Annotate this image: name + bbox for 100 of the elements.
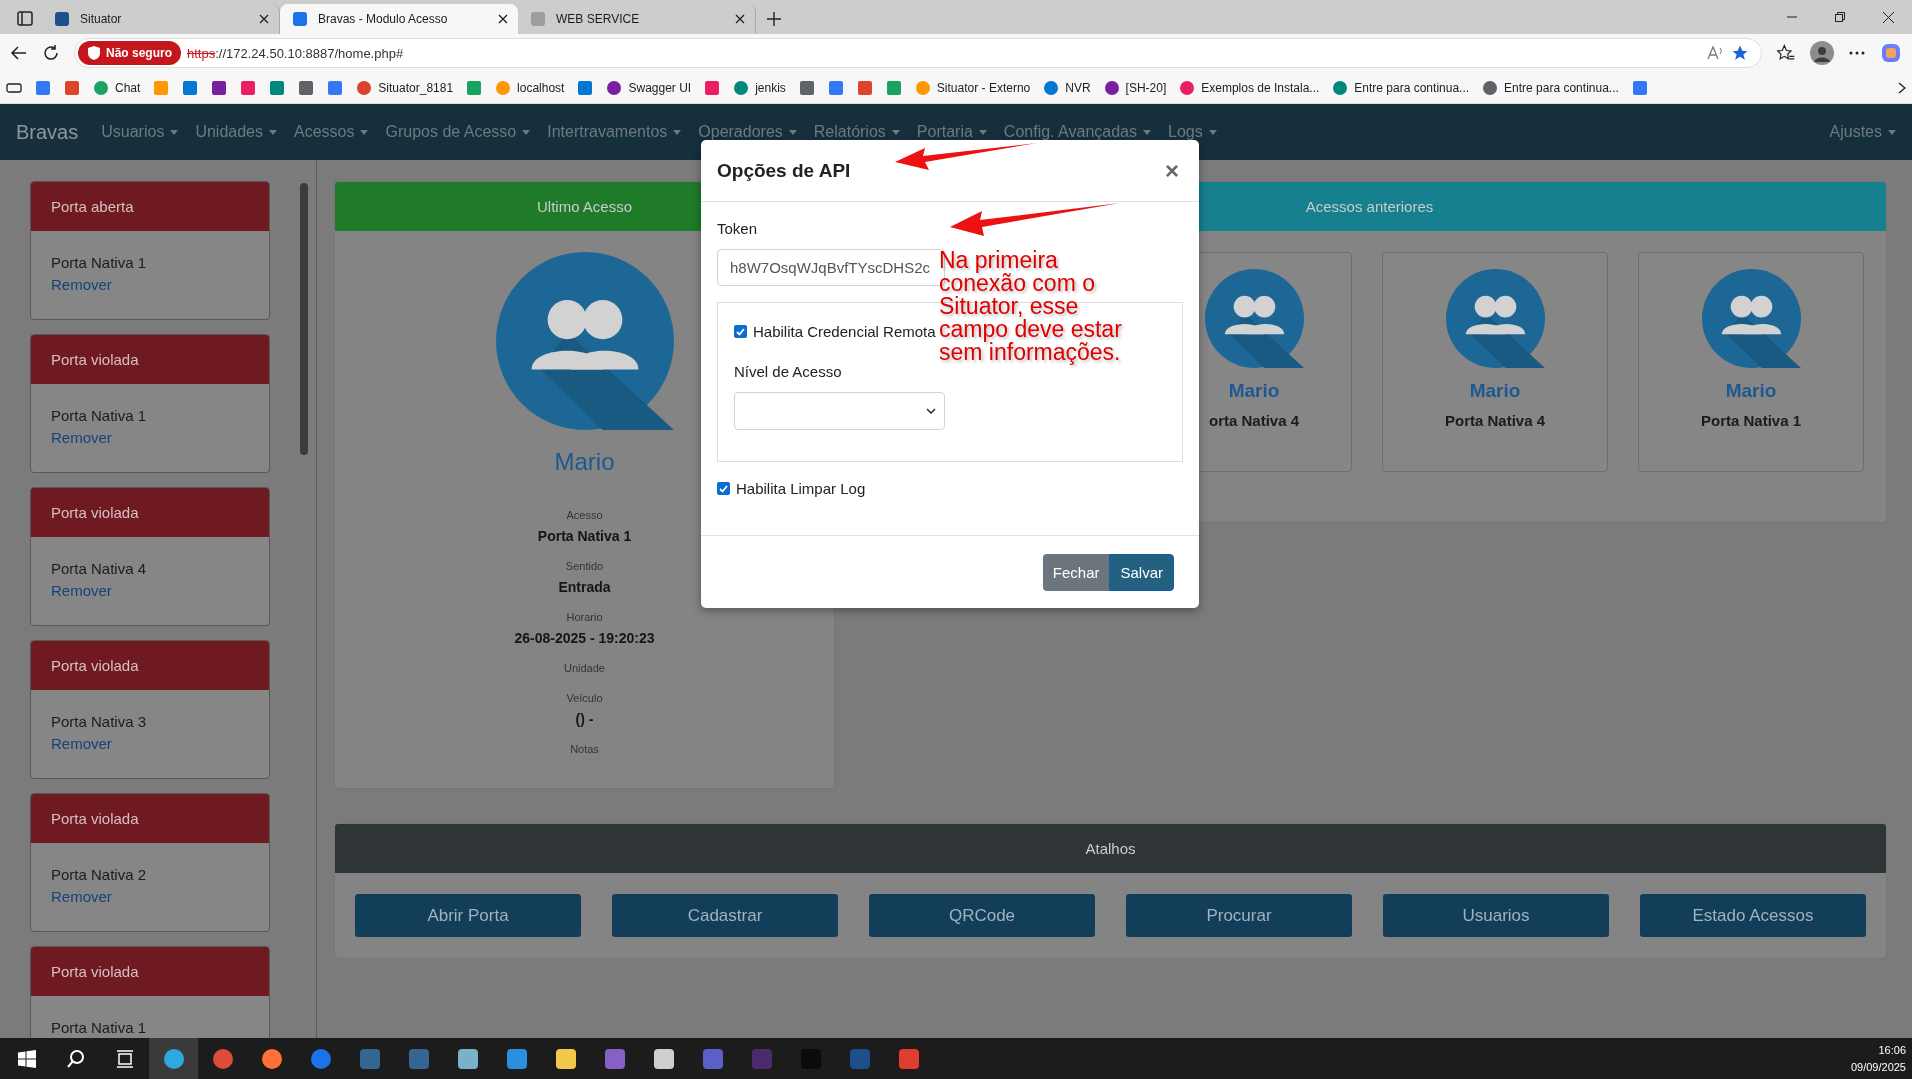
person-name: Mario bbox=[554, 448, 615, 476]
checkbox-option[interactable]: Habilita Limpar Log bbox=[717, 480, 1183, 497]
shortcut-button[interactable]: Estado Acessos bbox=[1640, 894, 1866, 937]
site-favicon bbox=[530, 11, 546, 27]
nav-menu-item[interactable]: Grupos de Acesso bbox=[385, 123, 531, 141]
person-name: Mario bbox=[1469, 380, 1521, 402]
caret-icon bbox=[1208, 129, 1217, 135]
alert-status: Porta aberta bbox=[31, 182, 269, 231]
more-icon[interactable] bbox=[1848, 50, 1866, 56]
caret-icon bbox=[1143, 129, 1151, 135]
scrollbar-thumb[interactable] bbox=[300, 183, 308, 455]
windows-start-icon[interactable] bbox=[17, 1049, 36, 1068]
bookmark-icon bbox=[798, 79, 815, 96]
nav-menu-item[interactable]: Operadores bbox=[698, 123, 797, 141]
back-arrow-icon[interactable] bbox=[10, 44, 28, 62]
caret-icon bbox=[673, 129, 682, 135]
nav-menu-item[interactable]: Relatórios bbox=[813, 123, 900, 141]
alert-status: Porta violada bbox=[31, 947, 269, 996]
bookmark-link[interactable]: jenkis bbox=[733, 79, 786, 96]
bookmark-favicon bbox=[1332, 79, 1349, 96]
nav-menu-item[interactable]: Logs bbox=[1168, 123, 1217, 141]
bookmark-icon bbox=[885, 79, 902, 96]
bookmark-icon bbox=[240, 79, 257, 96]
bookmark-link[interactable]: Entre para continua... bbox=[1332, 79, 1470, 96]
field-label: Acesso bbox=[566, 508, 603, 523]
bookmark-link[interactable]: Chat bbox=[93, 79, 141, 96]
nav-menu-item[interactable]: Ajustes bbox=[1829, 123, 1896, 141]
bookmark-favicon bbox=[1103, 79, 1120, 96]
brand-name[interactable]: Bravas bbox=[16, 120, 79, 144]
shortcut-button[interactable]: Cadastrar bbox=[612, 894, 838, 937]
nav-menu-item[interactable]: Acessos bbox=[294, 123, 369, 141]
browser-tab[interactable]: Bravas - Modulo Acesso bbox=[280, 4, 518, 34]
shortcut-button[interactable]: Usuarios bbox=[1383, 894, 1609, 937]
caret-icon bbox=[978, 129, 987, 135]
bookmark-link[interactable]: localhost bbox=[495, 79, 565, 96]
search-icon[interactable] bbox=[65, 1048, 86, 1069]
bookmark-favicon bbox=[1043, 79, 1060, 96]
close-icon[interactable] bbox=[1882, 11, 1894, 23]
bookmark-favicon bbox=[1179, 79, 1196, 96]
bookmark-icon bbox=[298, 79, 315, 96]
nav-menu-item[interactable]: Portaria bbox=[916, 123, 987, 141]
remove-link[interactable]: Remover bbox=[51, 426, 112, 450]
security-badge[interactable]: Não seguro bbox=[78, 41, 181, 65]
dialog-title: Opções de API bbox=[717, 159, 851, 182]
task-view-icon[interactable] bbox=[115, 1049, 134, 1068]
copilot-icon[interactable] bbox=[1880, 42, 1902, 64]
site-favicon bbox=[292, 11, 308, 27]
close-button[interactable]: × bbox=[1161, 158, 1183, 183]
bookmark-link[interactable]: Swagger UI bbox=[606, 79, 692, 96]
shortcut-button[interactable]: Procurar bbox=[1126, 894, 1352, 937]
door-name: Porta Nativa 4 bbox=[1444, 412, 1545, 429]
read-aloud-icon[interactable] bbox=[1707, 45, 1725, 61]
field-label: Horario bbox=[566, 610, 603, 625]
checkbox-option[interactable]: Habilita Credencial Remota bbox=[734, 323, 936, 340]
field-value: Porta Nativa 1 bbox=[537, 527, 632, 546]
bookmark-link[interactable]: Situator_8181 bbox=[356, 79, 454, 96]
bookmark-link[interactable]: Exemplos de Instala... bbox=[1179, 79, 1320, 96]
caret-icon bbox=[788, 129, 797, 135]
remove-link[interactable]: Remover bbox=[51, 273, 112, 297]
dialog-button[interactable]: Salvar bbox=[1109, 553, 1174, 591]
nav-menu-item[interactable]: Config. Avançadas bbox=[1003, 123, 1151, 141]
chevron-right-icon[interactable] bbox=[1898, 81, 1906, 94]
bookmark-icon bbox=[827, 79, 844, 96]
nav-menu-item[interactable]: Unidades bbox=[195, 123, 277, 141]
bookmark-link[interactable]: NVR bbox=[1043, 79, 1091, 96]
bookmark-favicon bbox=[356, 79, 373, 96]
shortcut-button[interactable]: Abrir Porta bbox=[355, 894, 581, 937]
nav-menu-item[interactable]: Usuarios bbox=[101, 123, 179, 141]
checkbox[interactable] bbox=[734, 325, 747, 338]
alert-status: Porta violada bbox=[31, 641, 269, 690]
favorites-icon[interactable] bbox=[1776, 43, 1796, 63]
close-icon[interactable] bbox=[735, 14, 745, 24]
close-icon[interactable] bbox=[498, 14, 508, 24]
shortcut-button[interactable]: QRCode bbox=[869, 894, 1095, 937]
remove-link[interactable]: Remover bbox=[51, 885, 112, 909]
collections-icon[interactable] bbox=[6, 80, 22, 95]
bookmark-link[interactable]: Entre para continua... bbox=[1482, 79, 1619, 96]
bookmark-favicon bbox=[495, 79, 512, 96]
restore-icon[interactable] bbox=[1835, 12, 1845, 22]
address-url[interactable]: https://172.24.50.10:8887/home.php# bbox=[187, 45, 404, 61]
remove-link[interactable]: Remover bbox=[51, 579, 112, 603]
bookmark-icon bbox=[35, 79, 51, 96]
bookmark-favicon bbox=[914, 79, 931, 96]
field-label: Veículo bbox=[566, 691, 603, 706]
bookmark-icon bbox=[182, 79, 199, 96]
checkbox[interactable] bbox=[717, 482, 730, 495]
dialog-button[interactable]: Fechar bbox=[1042, 553, 1110, 591]
remove-link[interactable]: Remover bbox=[51, 732, 112, 756]
bookmark-favicon bbox=[93, 79, 109, 96]
bookmark-link[interactable]: [SH-20] bbox=[1103, 79, 1167, 96]
close-icon[interactable] bbox=[259, 14, 269, 24]
profile-avatar[interactable] bbox=[1810, 41, 1834, 65]
bookmark-icon bbox=[466, 79, 483, 96]
bookmark-icon bbox=[153, 79, 170, 96]
bookmark-link[interactable]: Situator - Externo bbox=[914, 79, 1031, 96]
nav-menu-item[interactable]: Intertravamentos bbox=[547, 123, 682, 141]
door-name: Porta Nativa 1 bbox=[1700, 412, 1801, 429]
alert-status: Porta violada bbox=[31, 488, 269, 537]
reload-icon[interactable] bbox=[42, 44, 60, 62]
star-icon[interactable] bbox=[1731, 44, 1749, 62]
